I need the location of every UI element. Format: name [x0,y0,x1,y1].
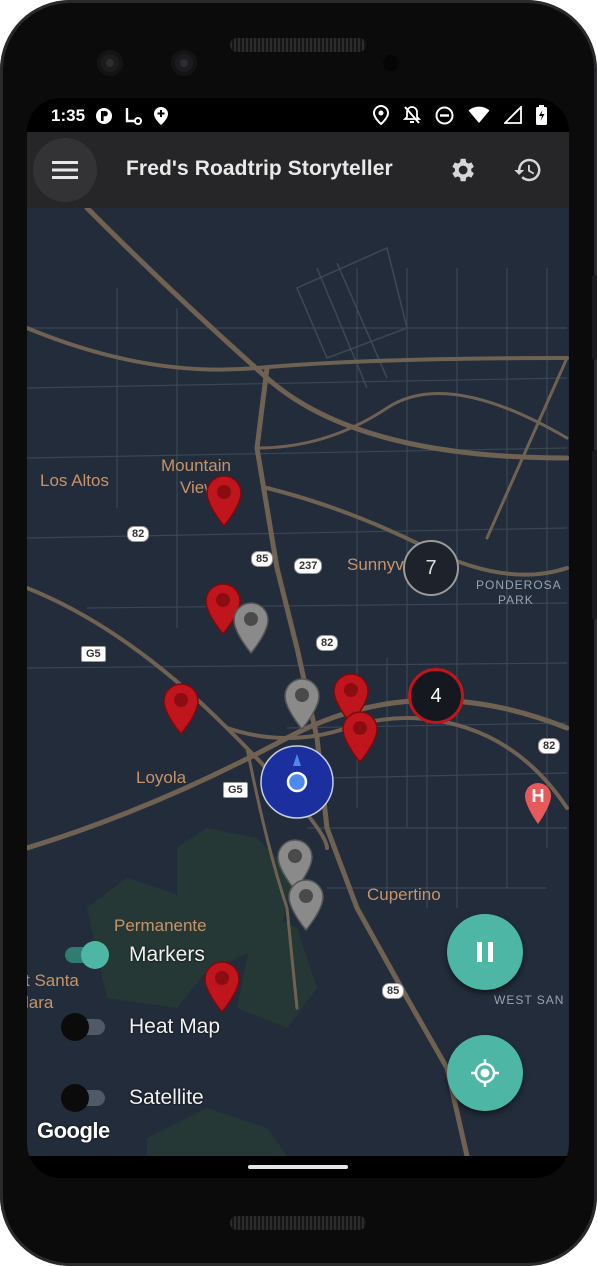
place-label-ponderosa-2: PARK [498,593,534,607]
tool-icon [123,106,143,126]
p-circle-icon [95,107,113,125]
satellite-toggle-row[interactable]: Satellite [61,1083,204,1113]
hospital-icon[interactable]: H [524,782,552,826]
place-label-mountain-view: Mountain [161,456,231,475]
top-speaker [230,38,366,52]
front-camera-right [171,50,197,76]
gray-location-marker[interactable] [287,878,325,932]
signal-icon [504,106,522,124]
route-shield-82-c: 82 [538,738,561,754]
front-camera-left [97,50,123,76]
do-not-disturb-icon [435,106,454,125]
google-logo: Google [37,1118,110,1143]
gray-marker-cluster[interactable]: 7 [403,540,459,596]
place-label-ponderosa: PONDEROSA [476,578,562,592]
markers-switch[interactable] [61,940,109,970]
pause-button[interactable] [447,914,523,990]
red-location-marker[interactable] [205,474,243,528]
battery-charging-icon [536,105,547,125]
status-time: 1:35 [51,106,86,125]
app-title: Fred's Roadtrip Storyteller [126,157,393,180]
heat-map-toggle-row[interactable]: Heat Map [61,1012,220,1042]
route-shield-85: 85 [251,551,274,567]
satellite-switch[interactable] [61,1083,109,1113]
location-pin-icon [373,105,389,125]
route-shield-85-b: 85 [382,983,405,999]
pause-icon [477,942,493,962]
screen: 1:35 Fred's Roadtrip Storyteller Mountai… [27,98,569,1178]
wifi-icon [468,106,490,124]
home-indicator[interactable] [248,1165,348,1169]
route-shield-82: 82 [127,526,150,542]
my-location-icon [471,1059,499,1087]
status-bar: 1:35 [27,98,569,132]
red-location-marker[interactable] [162,682,200,736]
place-label-santa-clara: t Santa [27,971,79,990]
heat-map-label: Heat Map [129,1015,221,1038]
bell-off-icon [403,105,421,125]
red-location-marker[interactable] [341,710,379,764]
bottom-speaker [230,1216,366,1230]
place-label-los-altos: Los Altos [40,471,109,490]
place-label-loyola: Loyola [136,768,187,787]
hamburger-menu-icon[interactable] [33,138,97,202]
red-location-marker[interactable] [203,960,241,1014]
markers-toggle-row[interactable]: Markers [61,940,205,970]
route-shield-g5: G5 [81,646,106,662]
gray-location-marker[interactable] [232,601,270,655]
red-marker-cluster[interactable]: 4 [408,668,464,724]
map-view[interactable]: Mountain View Los Altos Sunnyvale Loyola… [27,208,569,1156]
power-button [592,275,597,360]
app-bar: Fred's Roadtrip Storyteller [27,132,569,208]
place-label-cupertino: Cupertino [367,885,441,904]
location-plus-icon [153,106,169,126]
satellite-label: Satellite [129,1086,204,1109]
markers-label: Markers [129,943,205,966]
gray-location-marker[interactable] [283,677,321,731]
route-shield-g5-b: G5 [223,782,248,798]
proximity-sensor [383,55,399,71]
svg-text:H: H [532,786,545,806]
gear-icon[interactable] [446,154,478,186]
place-label-permanente: Permanente [114,916,207,935]
place-label-santa-clara-2: lara [27,993,54,1012]
phone-frame: 1:35 Fred's Roadtrip Storyteller Mountai… [0,0,597,1266]
my-location-button[interactable] [447,1035,523,1111]
route-shield-237: 237 [294,558,323,574]
nav-bar [27,1156,569,1178]
route-shield-82-b: 82 [316,635,339,651]
history-icon[interactable] [512,154,544,186]
heat-map-switch[interactable] [61,1012,109,1042]
current-location-icon [260,745,334,819]
volume-button [592,450,597,620]
place-label-west-san: WEST SAN [494,993,565,1007]
